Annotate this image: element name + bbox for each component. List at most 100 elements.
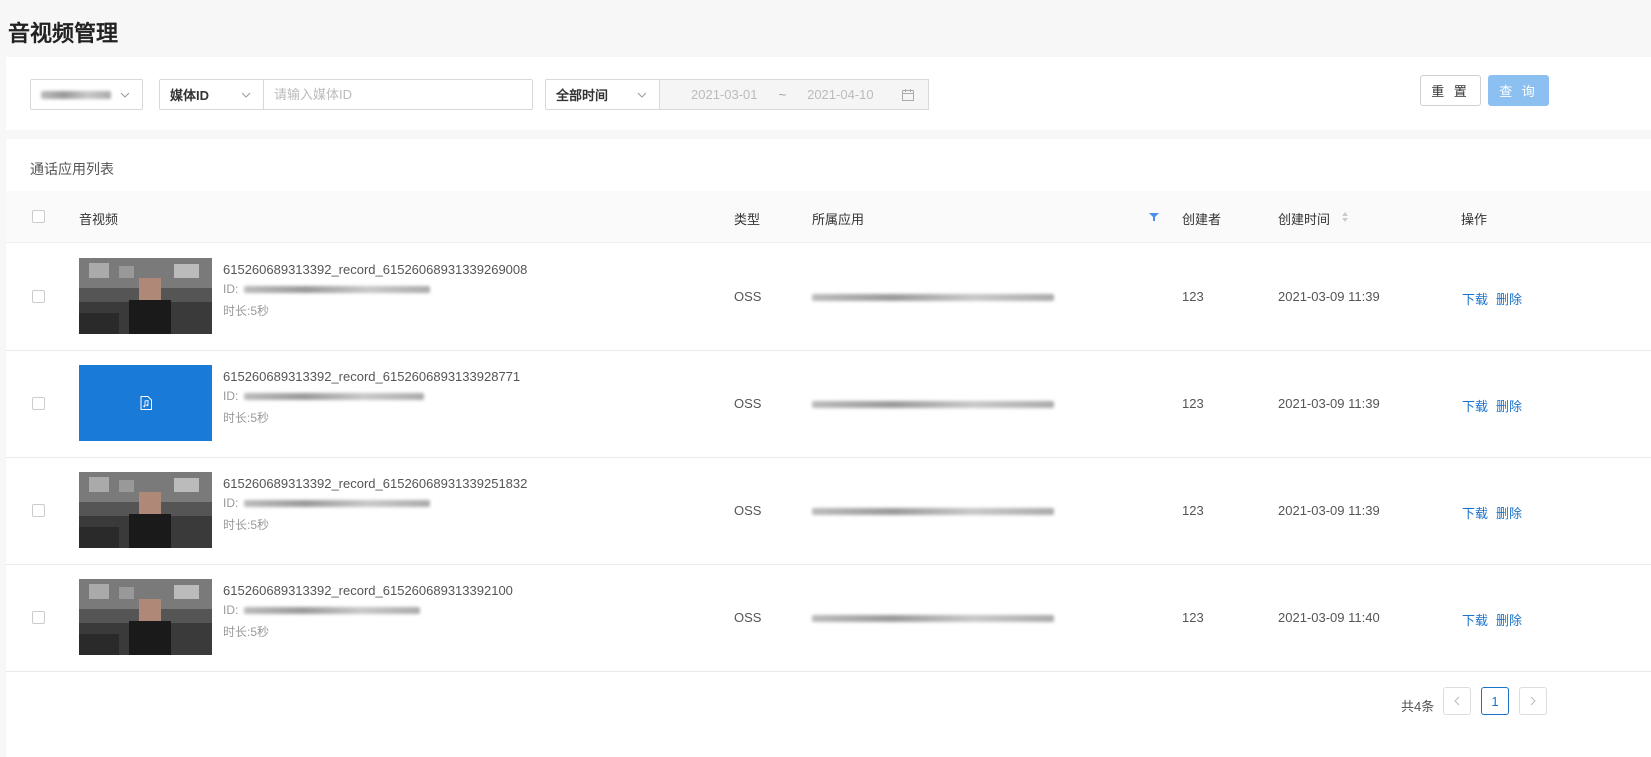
delete-link[interactable]: 删除: [1496, 503, 1522, 522]
blurred-id: [244, 392, 425, 400]
file-name: 615260689313392_record_61526068931339269…: [223, 262, 528, 277]
video-frame-image: [79, 472, 212, 548]
download-link[interactable]: 下载: [1462, 396, 1488, 415]
chevron-left-icon: [1454, 696, 1460, 706]
created-at-cell: 2021-03-09 11:40: [1278, 610, 1380, 625]
chevron-down-icon: [241, 92, 251, 98]
row-checkbox[interactable]: [32, 397, 45, 410]
creator-cell: 123: [1182, 503, 1204, 518]
duration-line: 时长:5秒: [223, 516, 269, 533]
col-media: 音视频: [79, 212, 119, 227]
media-id-input[interactable]: [264, 80, 532, 109]
video-thumbnail[interactable]: [79, 472, 212, 548]
pagination-total: 共4条: [1401, 699, 1435, 714]
chevron-right-icon: [1530, 696, 1536, 706]
file-name: 615260689313392_record_61526068931339210…: [223, 583, 513, 598]
date-start[interactable]: 2021-03-01: [691, 87, 758, 102]
duration-value: 5秒: [250, 304, 270, 318]
page-1-button[interactable]: 1: [1481, 687, 1509, 715]
blurred-app-id: [812, 615, 1054, 622]
chevron-down-icon: [637, 92, 647, 98]
sort-icon[interactable]: [1341, 211, 1349, 223]
audio-thumbnail[interactable]: [79, 365, 212, 441]
created-at-cell: 2021-03-09 11:39: [1278, 289, 1380, 304]
id-label: ID:: [223, 389, 239, 403]
video-frame-image: [79, 579, 212, 655]
duration-line: 时长:5秒: [223, 409, 269, 426]
list-title: 通话应用列表: [30, 161, 114, 177]
date-range-picker[interactable]: 2021-03-01 ~ 2021-04-10: [659, 79, 929, 110]
created-at-cell: 2021-03-09 11:39: [1278, 503, 1380, 518]
duration-label: 时长:: [223, 304, 251, 318]
delete-link[interactable]: 删除: [1496, 610, 1522, 629]
id-label: ID:: [223, 496, 239, 510]
duration-line: 时长:5秒: [223, 302, 269, 319]
creator-cell: 123: [1182, 289, 1204, 304]
calendar-icon: [901, 88, 914, 101]
time-select[interactable]: 全部时间: [545, 79, 660, 110]
table-row: 615260689313392_record_61526068931339251…: [6, 457, 1651, 565]
type-cell: OSS: [734, 289, 762, 304]
duration-line: 时长:5秒: [223, 623, 269, 640]
blurred-id: [244, 606, 421, 614]
video-frame-image: [79, 258, 212, 334]
type-cell: OSS: [734, 503, 762, 518]
blurred-app-id: [812, 508, 1054, 515]
select-all-checkbox[interactable]: [32, 210, 45, 223]
type-cell: OSS: [734, 610, 762, 625]
type-cell: OSS: [734, 396, 762, 411]
download-link[interactable]: 下载: [1462, 610, 1488, 629]
delete-link[interactable]: 删除: [1496, 289, 1522, 308]
row-checkbox[interactable]: [32, 290, 45, 303]
file-name: 615260689313392_record_61526068931339287…: [223, 369, 521, 384]
duration-label: 时长:: [223, 411, 251, 425]
col-actions: 操作: [1461, 212, 1488, 227]
download-link[interactable]: 下载: [1462, 503, 1488, 522]
creator-cell: 123: [1182, 610, 1204, 625]
query-button[interactable]: 查 询: [1488, 75, 1549, 106]
date-end[interactable]: 2021-04-10: [807, 87, 874, 102]
delete-link[interactable]: 删除: [1496, 396, 1522, 415]
blurred-app-name: [41, 91, 111, 99]
media-search-group: 媒体ID: [159, 79, 533, 110]
media-type-select[interactable]: 媒体ID: [160, 80, 263, 109]
next-page-button[interactable]: [1519, 687, 1547, 715]
col-app: 所属应用: [812, 212, 865, 227]
time-select-label: 全部时间: [556, 88, 609, 103]
download-link[interactable]: 下载: [1462, 289, 1488, 308]
date-separator: ~: [778, 87, 787, 102]
table-row: 615260689313392_record_61526068931339287…: [6, 350, 1651, 458]
creator-cell: 123: [1182, 396, 1204, 411]
blurred-id: [244, 285, 431, 293]
media-id-line: ID:: [223, 389, 425, 403]
row-checkbox[interactable]: [32, 504, 45, 517]
music-file-icon: [140, 396, 152, 410]
col-creator: 创建者: [1182, 212, 1222, 227]
list-panel: 通话应用列表 音视频 类型 所属应用 创建者 创建时间 操作 615260689…: [6, 139, 1651, 757]
duration-value: 5秒: [250, 411, 270, 425]
duration-value: 5秒: [250, 518, 270, 532]
file-name: 615260689313392_record_61526068931339251…: [223, 476, 528, 491]
duration-label: 时长:: [223, 518, 251, 532]
app-select[interactable]: [30, 79, 143, 110]
col-type: 类型: [734, 212, 761, 227]
reset-button[interactable]: 重 置: [1420, 75, 1481, 106]
media-id-line: ID:: [223, 603, 421, 617]
video-thumbnail[interactable]: [79, 579, 212, 655]
table-row: 615260689313392_record_61526068931339269…: [6, 243, 1651, 351]
created-at-cell: 2021-03-09 11:39: [1278, 396, 1380, 411]
duration-label: 时长:: [223, 625, 251, 639]
media-id-line: ID:: [223, 282, 431, 296]
chevron-down-icon: [120, 92, 130, 98]
duration-value: 5秒: [250, 625, 270, 639]
filter-icon[interactable]: [1149, 212, 1159, 222]
col-created-at[interactable]: 创建时间: [1278, 209, 1330, 228]
id-label: ID:: [223, 282, 239, 296]
blurred-id: [244, 499, 431, 507]
media-type-label: 媒体ID: [170, 88, 210, 103]
media-id-line: ID:: [223, 496, 431, 510]
video-thumbnail[interactable]: [79, 258, 212, 334]
blurred-app-id: [812, 294, 1054, 301]
row-checkbox[interactable]: [32, 611, 45, 624]
prev-page-button[interactable]: [1443, 687, 1471, 715]
